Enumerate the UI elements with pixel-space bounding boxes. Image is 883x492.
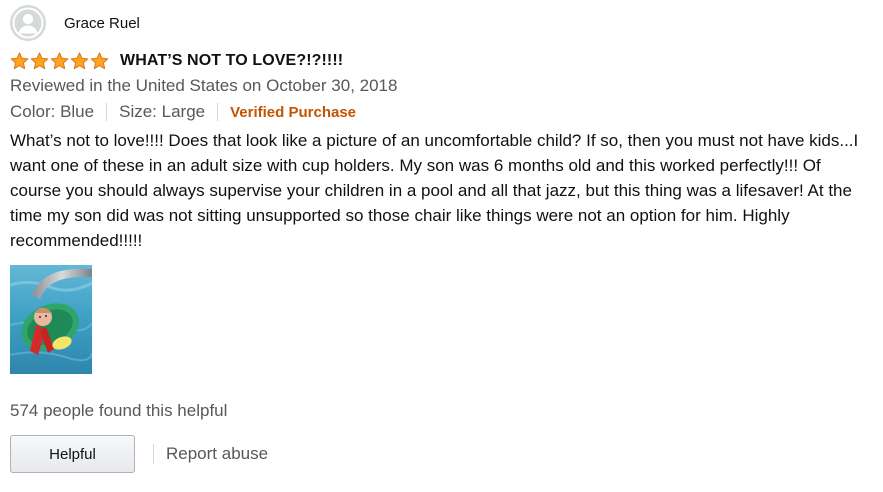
review-actions: Helpful Report abuse — [10, 435, 268, 473]
review-date: Reviewed in the United States on October… — [10, 76, 398, 95]
review-card: Grace Ruel WHAT’S NOT TO LOVE?!?!!!! Rev… — [0, 0, 883, 492]
star-rating[interactable] — [10, 52, 110, 70]
verified-purchase-badge: Verified Purchase — [230, 103, 357, 121]
helpful-count: 574 people found this helpful — [10, 401, 228, 420]
review-image-thumbnail[interactable] — [10, 265, 92, 374]
person-silhouette-icon — [10, 5, 46, 41]
review-title[interactable]: WHAT’S NOT TO LOVE?!?!!!! — [120, 52, 343, 70]
variant-info: Color: Blue Size: Large Verified Purchas… — [10, 101, 356, 123]
star-icon — [30, 52, 49, 70]
review-title-row: WHAT’S NOT TO LOVE?!?!!!! — [10, 50, 343, 72]
reviewer-profile[interactable]: Grace Ruel — [10, 5, 140, 41]
star-icon — [10, 52, 29, 70]
report-abuse-link[interactable]: Report abuse — [166, 444, 268, 464]
star-icon — [50, 52, 69, 70]
divider — [106, 103, 108, 121]
divider — [153, 444, 154, 464]
star-icon — [90, 52, 109, 70]
divider — [217, 103, 219, 121]
star-icon — [70, 52, 89, 70]
color-variant[interactable]: Color: Blue — [10, 102, 94, 122]
reviewer-name[interactable]: Grace Ruel — [64, 15, 140, 32]
size-variant[interactable]: Size: Large — [119, 102, 205, 122]
helpful-button[interactable]: Helpful — [10, 435, 135, 473]
review-body: What’s not to love!!!! Does that look li… — [10, 131, 859, 250]
